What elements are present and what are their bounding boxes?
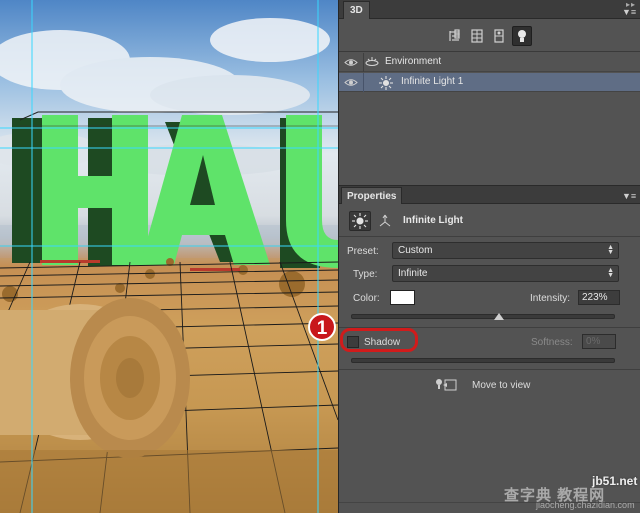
environment-icon (365, 56, 379, 72)
watermark-line2: jiaocheng.chazidian.com (536, 500, 635, 510)
hay-bale (0, 298, 190, 458)
3d-text-letters[interactable] (42, 115, 338, 268)
intensity-slider-track[interactable] (351, 314, 615, 319)
dropdown-arrows-icon: ▲ ▼ (607, 244, 614, 256)
material-filter-icon[interactable] (489, 26, 509, 46)
panel-menu-icon[interactable]: ▼≡ (622, 7, 636, 17)
callout-number-badge: 1 (308, 313, 336, 341)
type-label: Type: (353, 269, 378, 280)
properties-header: Infinite Light (339, 205, 640, 237)
infinite-light-icon (379, 76, 393, 93)
callout-highlight-ring (340, 328, 418, 352)
document-canvas[interactable] (0, 0, 338, 513)
layer-label-environment: Environment (385, 56, 442, 67)
divider (339, 369, 640, 370)
intensity-field[interactable]: 223% (578, 290, 620, 305)
move-to-view-label[interactable]: Move to view (472, 380, 530, 391)
infinite-light-icon (349, 211, 371, 231)
3d-scene[interactable] (0, 0, 338, 513)
dropdown-arrows-icon: ▲ ▼ (607, 267, 614, 279)
softness-field[interactable]: 0% (582, 334, 616, 349)
panel-3d-tabbar: 3D ▸▸ ▼≡ (339, 0, 640, 19)
panel-menu-icon[interactable]: ▼≡ (622, 191, 636, 201)
intensity-slider-thumb[interactable] (493, 313, 504, 320)
mesh-filter-icon[interactable] (467, 26, 487, 46)
move-to-view-icon[interactable] (434, 377, 458, 396)
color-label: Color: (353, 293, 380, 304)
preset-label: Preset: (347, 246, 379, 257)
softness-slider-track[interactable] (351, 358, 615, 363)
visibility-eye-icon[interactable] (344, 77, 358, 88)
layer-row-environment[interactable]: Environment (339, 53, 640, 72)
color-swatch[interactable] (390, 290, 415, 305)
light-filter-icon[interactable] (512, 26, 532, 46)
type-value: Infinite (398, 268, 428, 279)
properties-tabbar: Properties ▼≡ (339, 186, 640, 204)
coordinates-tab-icon[interactable] (377, 213, 393, 232)
right-panel-dock: 3D ▸▸ ▼≡ Environment Infinite Light 1 Pr… (338, 0, 640, 513)
layer-label-infinite-light: Infinite Light 1 (401, 76, 464, 87)
foreground-stubble (0, 450, 338, 513)
tab-properties[interactable]: Properties (341, 187, 403, 204)
tab-3d[interactable]: 3D (343, 1, 370, 19)
intensity-label: Intensity: (530, 293, 571, 304)
properties-header-title: Infinite Light (403, 215, 463, 226)
preset-value: Custom (398, 245, 433, 256)
visibility-eye-icon[interactable] (344, 57, 358, 68)
layer-row-infinite-light[interactable]: Infinite Light 1 (339, 73, 640, 92)
3d-panel-toolbar (339, 20, 640, 52)
scene-filter-icon[interactable] (445, 26, 465, 46)
3d-layer-list: Environment Infinite Light 1 (339, 53, 640, 183)
softness-label: Softness: (531, 337, 573, 348)
preset-dropdown[interactable]: Custom ▲ ▼ (392, 242, 619, 259)
type-dropdown[interactable]: Infinite ▲ ▼ (392, 265, 619, 282)
